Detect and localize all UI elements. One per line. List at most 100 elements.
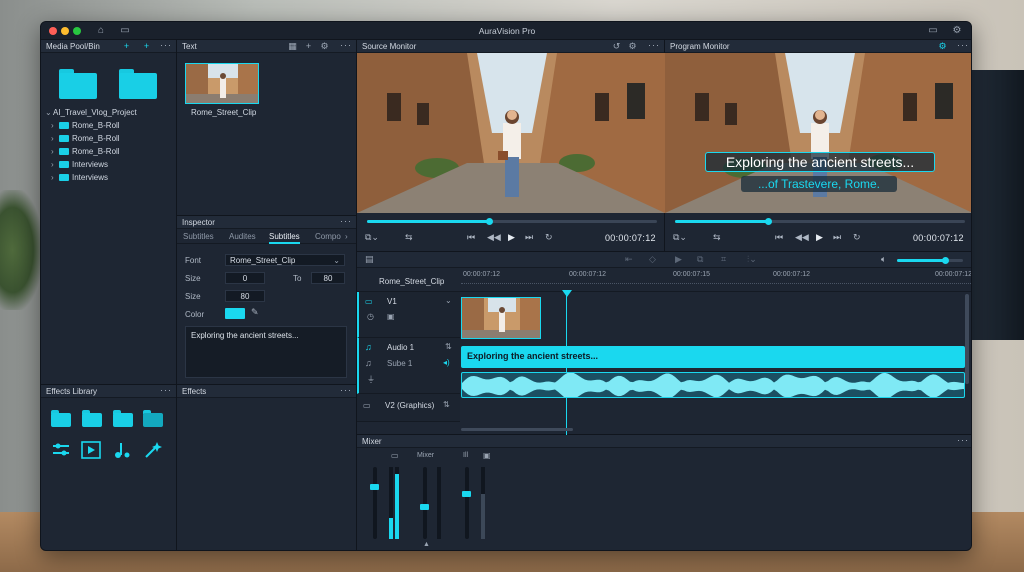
add-icon[interactable]: +: [121, 41, 132, 52]
tab-subtitles[interactable]: Subtitles: [183, 232, 214, 241]
timeline-vertical-scrollbar[interactable]: [965, 294, 969, 384]
fader-track[interactable]: [373, 467, 377, 539]
step-forward-icon[interactable]: ⏭: [525, 232, 533, 243]
view-options-icon[interactable]: ⧉⌄: [365, 232, 379, 243]
music-note-icon[interactable]: ♫: [365, 358, 372, 368]
color-swatch[interactable]: [225, 308, 245, 319]
snap-icon[interactable]: ⧉: [697, 254, 703, 265]
tree-item-project[interactable]: ⌄AI_Travel_Vlog_Project: [45, 108, 137, 120]
play-icon[interactable]: ▶: [508, 232, 515, 243]
tree-item-folder[interactable]: › Interviews: [51, 160, 108, 172]
step-back-icon[interactable]: ⏮: [467, 232, 475, 243]
music-note-icon[interactable]: ♫: [365, 342, 372, 352]
gear-icon[interactable]: ⚙: [627, 41, 638, 52]
timeline-audio-clip[interactable]: [461, 372, 965, 398]
size-field[interactable]: 0: [225, 272, 265, 284]
clock-icon[interactable]: ◷: [367, 312, 374, 321]
folder-icon[interactable]: [82, 410, 102, 427]
source-playhead-knob[interactable]: [485, 218, 493, 225]
chevron-down-icon[interactable]: ⌄: [445, 296, 452, 305]
rewind-icon[interactable]: ◀◀: [795, 232, 809, 243]
marker-icon[interactable]: ◇: [649, 254, 656, 265]
timeline-horizontal-scrollbar[interactable]: [461, 428, 573, 431]
link-icon[interactable]: ⌗: [721, 254, 726, 265]
timeline-panel: ▤ ⇤ ◇ ▶ ⧉ ⌗ ⫶⌄ 🔈︎ Rome_Street_Clip 00:00…: [357, 252, 971, 435]
chevron-right-icon[interactable]: ›: [345, 232, 348, 241]
more-options-icon[interactable]: ···: [340, 385, 352, 395]
music-folder-icon[interactable]: [143, 410, 163, 427]
folder-icon[interactable]: [51, 410, 71, 427]
volume-icon[interactable]: 🔈︎: [881, 254, 886, 265]
subtitle-text-input[interactable]: Exploring the ancient streets...: [185, 326, 347, 378]
audio-level-icon[interactable]: ◂): [443, 358, 450, 367]
loop-icon[interactable]: ⇆: [713, 232, 721, 243]
video-track-icon[interactable]: ▭: [365, 297, 373, 306]
more-options-icon[interactable]: ···: [648, 40, 660, 50]
more-options-icon[interactable]: ···: [340, 216, 352, 226]
program-playhead-knob[interactable]: [764, 218, 772, 225]
sync-icon[interactable]: ⇅: [445, 342, 452, 351]
gear-icon[interactable]: ⚙: [319, 41, 330, 52]
font-select[interactable]: Rome_Street_Clip ⌄: [225, 254, 345, 266]
microphone-icon[interactable]: ⏚: [367, 374, 375, 385]
eyedropper-icon[interactable]: ✎: [251, 307, 259, 318]
timeline-subtitle-clip[interactable]: Exploring the ancient streets...: [461, 346, 965, 368]
source-scrubber[interactable]: [367, 218, 657, 225]
view-options-icon[interactable]: ⧉⌄: [673, 232, 687, 243]
fader-knob[interactable]: [462, 491, 471, 498]
folder-icon[interactable]: [119, 69, 157, 99]
tree-item-folder[interactable]: › Rome_B-Roll: [51, 121, 120, 133]
fader-track[interactable]: [465, 467, 469, 539]
fullscreen-icon[interactable]: ▭: [927, 25, 939, 37]
gear-icon[interactable]: ⚙: [937, 41, 948, 52]
more-options-icon[interactable]: ···: [957, 40, 969, 50]
sliders-icon[interactable]: [51, 441, 71, 459]
add-icon[interactable]: +: [303, 41, 314, 52]
add-bin-icon[interactable]: +: [141, 41, 152, 52]
playhead-handle[interactable]: [562, 290, 572, 297]
sync-icon[interactable]: ⇅: [443, 400, 450, 409]
more-options-icon[interactable]: ···: [340, 40, 352, 50]
tree-item-folder[interactable]: › Rome_B-Roll: [51, 134, 120, 146]
audio-note-icon[interactable]: [112, 441, 132, 459]
tab-compo[interactable]: Compo: [315, 232, 341, 241]
fader-knob[interactable]: [370, 484, 379, 491]
program-scrubber[interactable]: [675, 218, 965, 225]
step-forward-icon[interactable]: ⏭: [833, 232, 841, 243]
rewind-icon[interactable]: ◀◀: [487, 232, 501, 243]
timeline-video-clip[interactable]: [461, 297, 541, 339]
tree-item-folder[interactable]: › Rome_B-Roll: [51, 147, 120, 159]
settings-icon[interactable]: ⚙: [951, 25, 963, 37]
tab-audites[interactable]: Audites: [229, 232, 256, 241]
loop-icon[interactable]: ⇆: [405, 232, 413, 243]
chevron-up-icon[interactable]: ▲: [423, 541, 430, 548]
more-options-icon[interactable]: ···: [957, 435, 969, 445]
magic-sparkle-icon[interactable]: [143, 441, 163, 459]
play-range-icon[interactable]: ▶: [675, 254, 682, 265]
folder-icon: [59, 148, 69, 155]
graphics-track-icon[interactable]: ▭: [363, 401, 371, 410]
more-options-icon[interactable]: ···: [160, 40, 172, 50]
folder-icon[interactable]: [113, 410, 133, 427]
tab-subtitles-active[interactable]: Subtitles: [269, 232, 300, 244]
more-options-icon[interactable]: ···: [160, 385, 172, 395]
replay-icon[interactable]: ↻: [853, 232, 861, 243]
camera-icon[interactable]: ▣: [387, 312, 395, 321]
folder-icon[interactable]: [59, 69, 97, 99]
timeline-view-icon[interactable]: ▤: [365, 254, 374, 265]
size2-field[interactable]: 80: [225, 290, 265, 302]
clip-thumbnail[interactable]: [185, 63, 259, 104]
video-play-icon[interactable]: [81, 441, 101, 459]
play-icon[interactable]: ▶: [816, 232, 823, 243]
tree-item-folder[interactable]: › Interviews: [51, 173, 108, 185]
to-field[interactable]: 80: [311, 272, 345, 284]
fader-knob[interactable]: [420, 503, 429, 510]
reset-icon[interactable]: ↺: [611, 41, 622, 52]
grid-icon[interactable]: ▦: [287, 41, 298, 52]
step-back-icon[interactable]: ⏮: [775, 232, 783, 243]
volume-knob[interactable]: [941, 257, 949, 264]
split-icon[interactable]: ⫶⌄: [747, 254, 757, 265]
timeline-volume-slider[interactable]: [897, 257, 963, 264]
trim-icon[interactable]: ⇤: [625, 254, 633, 265]
replay-icon[interactable]: ↻: [545, 232, 553, 243]
